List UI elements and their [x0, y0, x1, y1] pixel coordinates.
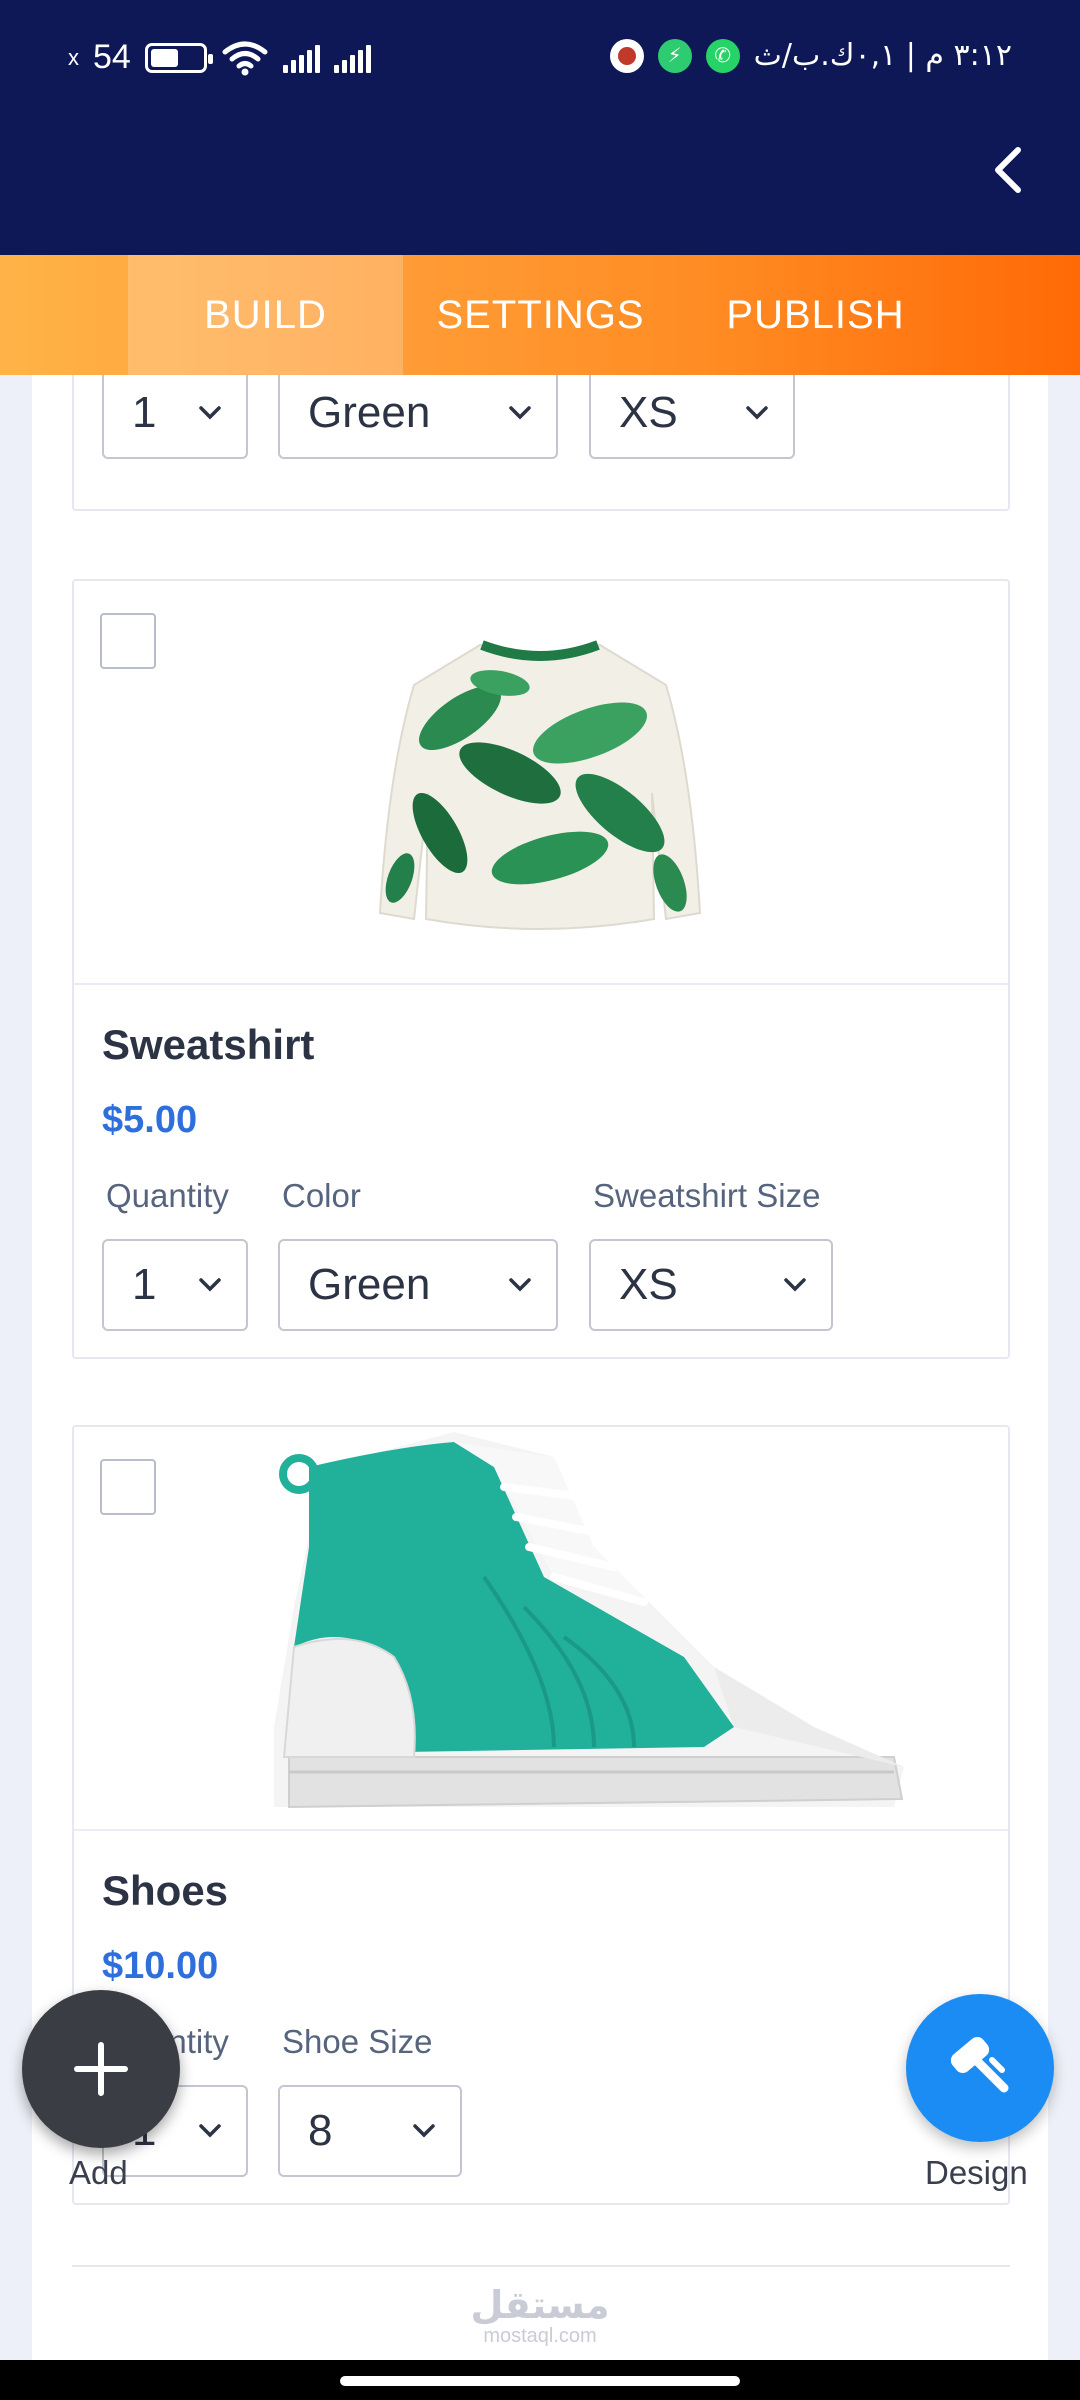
home-gesture-bar[interactable] [340, 2376, 740, 2386]
shoe-size-select[interactable]: 8 [278, 2085, 462, 2177]
tab-bar: BUILD SETTINGS PUBLISH [0, 255, 1080, 375]
product-name: Sweatshirt [102, 1021, 315, 1068]
status-bar: x 54 ⚡ ✆ ٣:١٢ م | ٠,١ك.ب/ث [0, 30, 1080, 90]
sweatshirt-image [378, 640, 702, 930]
select-product-checkbox[interactable] [100, 1459, 156, 1515]
size-label: Sweatshirt Size [593, 1177, 821, 1214]
size-select[interactable]: XS [589, 375, 795, 459]
product-card-partial: 1 Green XS [72, 375, 1010, 511]
chevron-left-icon[interactable] [980, 140, 1040, 200]
tab-settings[interactable]: SETTINGS [403, 255, 678, 375]
product-price: $10.00 [102, 1945, 219, 1987]
size-select[interactable]: XS [589, 1239, 833, 1331]
app-header: x 54 ⚡ ✆ ٣:١٢ م | ٠,١ك.ب/ث [0, 0, 1080, 255]
product-card-shoes: Shoes $10.00 Quantity Shoe Size 1 8 [72, 1425, 1010, 2205]
tab-build-label: BUILD [204, 292, 327, 337]
bolt-app-icon: ⚡ [657, 38, 692, 73]
wifi-icon [222, 41, 268, 75]
product-card-sweatshirt: Sweatshirt $5.00 Quantity Color Sweatshi… [72, 579, 1010, 1359]
whatsapp-icon: ✆ [705, 38, 740, 73]
shoe-size-label: Shoe Size [282, 2023, 433, 2060]
color-select[interactable]: Green [278, 375, 558, 459]
system-nav-bar [0, 2360, 1080, 2400]
battery-fill [150, 48, 178, 67]
product-image-area [74, 1427, 1008, 1831]
size-select-value: XS [619, 1260, 678, 1309]
color-select[interactable]: Green [278, 1239, 558, 1331]
signal-icon-2 [333, 43, 371, 73]
tab-publish[interactable]: PUBLISH [678, 255, 953, 375]
tab-publish-label: PUBLISH [726, 292, 905, 337]
notification-app-icon [609, 38, 644, 73]
tab-settings-label: SETTINGS [436, 292, 645, 337]
quantity-select[interactable]: 1 [102, 1239, 248, 1331]
watermark: مستقل mostaql.com [440, 2285, 640, 2347]
paint-roller-icon [950, 2036, 1009, 2093]
quantity-select-value: 1 [132, 1260, 157, 1309]
shoe-size-select-value: 8 [308, 2106, 333, 2155]
chevron-down-icon [746, 406, 768, 420]
chevron-down-icon [784, 1278, 806, 1292]
chevron-down-icon [509, 406, 531, 420]
quantity-select[interactable]: 1 [102, 375, 248, 459]
color-label: Color [282, 1177, 361, 1214]
watermark-latin: mostaql.com [483, 2325, 597, 2347]
color-select-value: Green [308, 1260, 431, 1309]
battery-mark: x [68, 44, 79, 70]
design-label: Design [925, 2154, 1028, 2191]
shoe-image [274, 1432, 904, 1809]
chevron-down-icon [199, 2124, 221, 2138]
status-time: ٣:١٢ م | ٠,١ك.ب/ث [753, 38, 1012, 73]
size-select-value: XS [619, 388, 678, 437]
chevron-down-icon [199, 406, 221, 420]
product-image-area [74, 581, 1008, 985]
chevron-down-icon [199, 1278, 221, 1292]
product-name: Shoes [102, 1867, 229, 1914]
select-product-checkbox[interactable] [100, 613, 156, 669]
chevron-down-icon [413, 2124, 435, 2138]
add-label: Add [69, 2154, 128, 2191]
form-content: 1 Green XS Sweatshirt $5.00 Quantity Col… [32, 375, 1048, 2360]
chevron-down-icon [509, 1278, 531, 1292]
battery-icon [144, 42, 213, 73]
add-button[interactable] [22, 1990, 180, 2148]
battery-percent: 54 [93, 38, 131, 76]
color-select-value: Green [308, 388, 431, 437]
design-button[interactable] [906, 1994, 1054, 2142]
signal-icon-1 [282, 43, 320, 73]
quantity-label: Quantity [106, 1177, 229, 1214]
watermark-arabic: مستقل [470, 2283, 610, 2327]
plus-icon [74, 2042, 128, 2096]
divider [72, 2265, 1010, 2267]
quantity-select-value: 1 [132, 388, 157, 437]
tab-build[interactable]: BUILD [128, 255, 403, 375]
product-price: $5.00 [102, 1099, 198, 1141]
